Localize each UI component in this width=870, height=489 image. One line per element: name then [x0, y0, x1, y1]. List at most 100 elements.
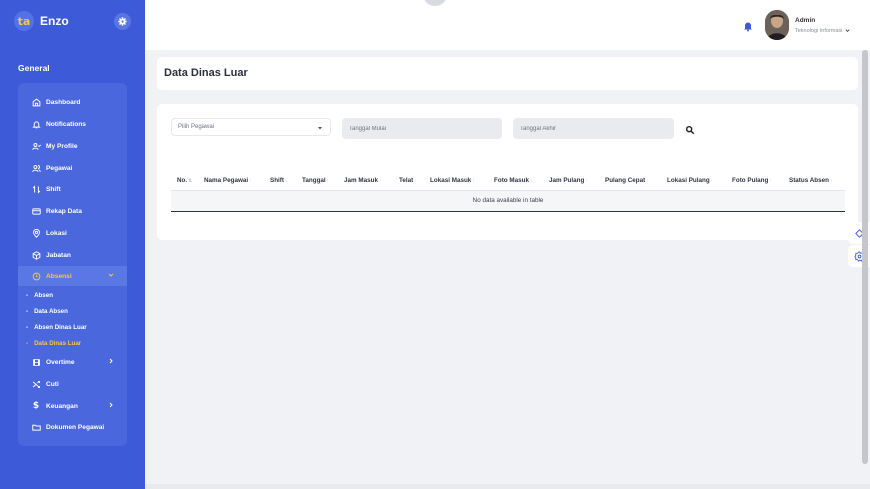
- column-header-nama-pegawai[interactable]: Nama Pegawai↑: [204, 177, 251, 184]
- sort-icon: ↑: [830, 178, 833, 183]
- sidebar-item-my-profile[interactable]: My Profile: [18, 136, 127, 156]
- user-name[interactable]: Admin: [795, 17, 815, 24]
- brand[interactable]: ta Enzo: [14, 11, 69, 31]
- notification-bell-icon[interactable]: [742, 20, 754, 32]
- sort-icon: ↑: [646, 178, 649, 183]
- sort-icon: ↑: [285, 178, 288, 183]
- sidebar-item-dokumen-pegawai[interactable]: Dokumen Pegawai: [18, 417, 127, 437]
- sidebar-subitem-absen-dinas-luar[interactable]: - Absen Dinas Luar: [26, 324, 87, 331]
- box-icon: [31, 250, 41, 260]
- sidebar-item-label: Lokasi: [46, 229, 67, 237]
- sort-icon: ↑: [472, 178, 475, 183]
- column-header-lokasi-masuk[interactable]: Lokasi Masuk↑: [430, 177, 475, 184]
- folder-icon: [31, 422, 41, 432]
- sort-icon: ↑: [414, 178, 417, 183]
- start-date-input[interactable]: [342, 118, 502, 139]
- user-role[interactable]: Teknologi Informasi: [795, 27, 851, 34]
- sidebar-item-notifications[interactable]: Notifications: [18, 114, 127, 134]
- scroll-knob[interactable]: [424, 0, 446, 6]
- page-header: Data Dinas Luar: [157, 57, 858, 90]
- sort-icon: ↑: [710, 178, 713, 183]
- column-header-pulang-cepat[interactable]: Pulang Cepat↑: [605, 177, 649, 184]
- content-card: Pilih Pegawai No.⇅ Nama Pegawai↑ Shift↑ …: [157, 104, 858, 240]
- avatar[interactable]: [765, 10, 789, 40]
- sidebar-item-label: Dokumen Pegawai: [46, 423, 105, 431]
- column-header-no[interactable]: No.⇅: [177, 177, 192, 184]
- column-header-tanggal[interactable]: Tanggal↑: [302, 177, 329, 184]
- bell-icon: [31, 119, 41, 129]
- table-row-empty: No data available in table: [171, 191, 845, 212]
- sort-icon: ↑: [585, 178, 588, 183]
- column-header-foto-pulang[interactable]: Foto Pulang↑: [732, 177, 772, 184]
- clock-icon: [31, 271, 41, 281]
- sidebar-item-overtime[interactable]: Overtime: [18, 352, 127, 372]
- page-title: Data Dinas Luar: [164, 67, 248, 79]
- data-table: No.⇅ Nama Pegawai↑ Shift↑ Tanggal↑ Jam M…: [171, 171, 845, 212]
- chevron-right-icon: [109, 358, 113, 364]
- sidebar-subitem-data-dinas-luar[interactable]: - Data Dinas Luar: [26, 340, 81, 347]
- sort-icon: ↑: [249, 178, 252, 183]
- chevron-down-icon: [845, 29, 850, 32]
- column-header-jam-masuk[interactable]: Jam Masuk↑: [344, 177, 381, 184]
- vertical-scrollbar[interactable]: [862, 50, 868, 464]
- sidebar-item-label: Jabatan: [46, 251, 71, 259]
- sidebar-subitem-absen[interactable]: - Absen: [26, 292, 53, 299]
- film-icon: [31, 357, 41, 367]
- column-header-shift[interactable]: Shift↑: [270, 177, 287, 184]
- sidebar-item-label: Cuti: [46, 380, 59, 388]
- column-header-lokasi-pulang[interactable]: Lokasi Pulang↑: [667, 177, 713, 184]
- swap-icon: [31, 184, 41, 194]
- table-header: No.⇅ Nama Pegawai↑ Shift↑ Tanggal↑ Jam M…: [171, 171, 845, 191]
- sidebar-item-label: Pegawai: [46, 164, 73, 172]
- brand-logo: ta: [14, 11, 34, 31]
- sidebar-item-pegawai[interactable]: Pegawai: [18, 158, 127, 178]
- end-date-input[interactable]: [513, 118, 674, 139]
- sidebar-item-label: Dashboard: [46, 98, 81, 106]
- sort-icon: ↑: [326, 178, 329, 183]
- location-icon: [31, 228, 41, 238]
- sidebar-item-label: Keuangan: [46, 402, 78, 410]
- sidebar-item-cuti[interactable]: Cuti: [18, 374, 127, 394]
- sidebar-section-title: General: [18, 63, 50, 73]
- brand-name: Enzo: [40, 14, 69, 28]
- sidebar-item-dashboard[interactable]: Dashboard: [18, 92, 127, 112]
- sort-icon: ↑: [378, 178, 382, 183]
- sidebar-item-shift[interactable]: Shift: [18, 179, 127, 199]
- search-icon[interactable]: [685, 125, 695, 135]
- caret-down-icon: [318, 127, 322, 130]
- sidebar-item-lokasi[interactable]: Lokasi: [18, 223, 127, 243]
- sort-icon: ⇅: [188, 178, 192, 183]
- sidebar-item-label: Absensi: [46, 272, 72, 280]
- shuffle-icon: [31, 379, 41, 389]
- sidebar-item-rekap-data[interactable]: Rekap Data: [18, 201, 127, 221]
- home-icon: [31, 97, 41, 107]
- sidebar-menu: Dashboard Notifications My Profile Pegaw…: [18, 83, 127, 446]
- sort-icon: ↑: [769, 178, 772, 183]
- sidebar-subitem-data-absen[interactable]: - Data Absen: [26, 308, 68, 315]
- dollar-icon: $: [32, 401, 40, 411]
- user-icon: [31, 141, 41, 151]
- settings-gear-icon[interactable]: [114, 13, 131, 30]
- column-header-foto-masuk[interactable]: Foto Masuk↑: [494, 177, 532, 184]
- pegawai-select[interactable]: Pilih Pegawai: [171, 118, 331, 136]
- card-icon: [31, 206, 41, 216]
- column-header-jam-pulang[interactable]: Jam Pulang↑: [549, 177, 588, 184]
- sidebar-item-label: Shift: [46, 185, 61, 193]
- sidebar-item-label: Overtime: [46, 358, 75, 366]
- sidebar-item-label: Notifications: [46, 120, 86, 128]
- chevron-down-icon: [108, 273, 114, 277]
- sidebar-item-keuangan[interactable]: $ Keuangan: [18, 396, 127, 416]
- users-icon: [31, 163, 41, 173]
- column-header-telat[interactable]: Telat↑: [399, 177, 416, 184]
- sidebar-item-label: My Profile: [46, 142, 78, 150]
- sidebar-item-jabatan[interactable]: Jabatan: [18, 245, 127, 265]
- top-bar: Admin Teknologi Informasi: [145, 0, 870, 50]
- sort-icon: ↑: [529, 178, 533, 183]
- sidebar-item-label: Rekap Data: [46, 207, 82, 215]
- empty-table-message: No data available in table: [472, 197, 544, 204]
- sidebar: ta Enzo General Dashboard Notifications …: [0, 0, 145, 489]
- column-header-status-absen[interactable]: Status Absen↑: [789, 177, 832, 184]
- footer-strip: [145, 484, 870, 489]
- sidebar-item-absensi[interactable]: Absensi: [18, 266, 127, 286]
- chevron-right-icon: [109, 402, 113, 408]
